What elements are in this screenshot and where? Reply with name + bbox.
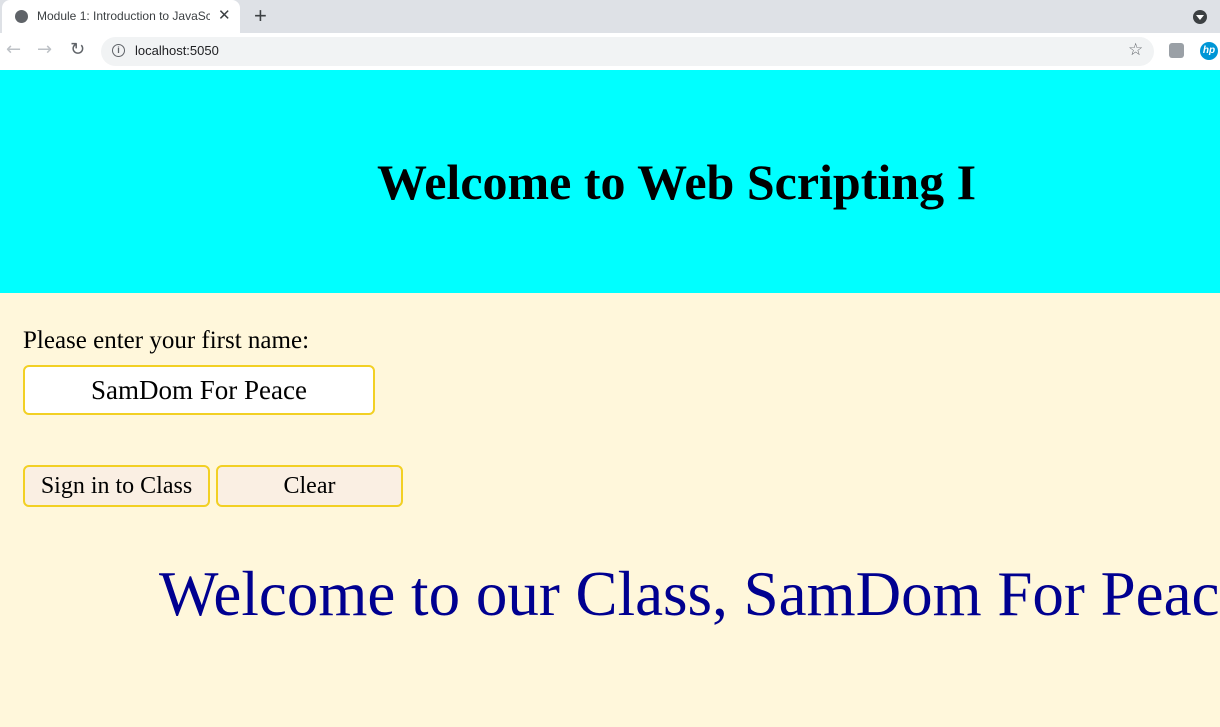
extension-cube-icon[interactable] [1169,43,1184,58]
sign-in-button[interactable]: Sign in to Class [23,465,210,507]
clear-button[interactable]: Clear [216,465,403,507]
page-title: Welcome to Web Scripting I [377,154,977,210]
globe-icon [15,10,28,23]
browser-toolbar: ← → ↻ i localhost:5050 ☆ hp [0,33,1220,70]
welcome-message: Welcome to our Class, SamDom For Peace [159,559,1220,629]
tab-active[interactable]: Module 1: Introduction to JavaScript ✕ [2,0,240,33]
first-name-label: Please enter your first name: [23,327,310,354]
forward-button[interactable]: → [37,39,52,60]
new-tab-button[interactable]: + [254,3,267,29]
back-button[interactable]: ← [6,39,21,60]
close-tab-icon[interactable]: ✕ [218,6,231,24]
bookmark-star-icon[interactable]: ☆ [1128,40,1143,60]
tab-title: Module 1: Introduction to JavaScript [37,9,210,23]
tab-search-icon[interactable] [1193,10,1207,24]
reload-button[interactable]: ↻ [70,39,85,60]
url-text[interactable]: localhost:5050 [135,43,219,58]
tab-bar: Module 1: Introduction to JavaScript ✕ + [0,0,1220,33]
first-name-input[interactable] [23,365,375,415]
hp-extension-icon[interactable]: hp [1200,42,1218,60]
page-header: Welcome to Web Scripting I [0,70,1220,293]
address-bar[interactable]: i localhost:5050 ☆ [101,37,1154,66]
info-icon[interactable]: i [112,44,125,57]
